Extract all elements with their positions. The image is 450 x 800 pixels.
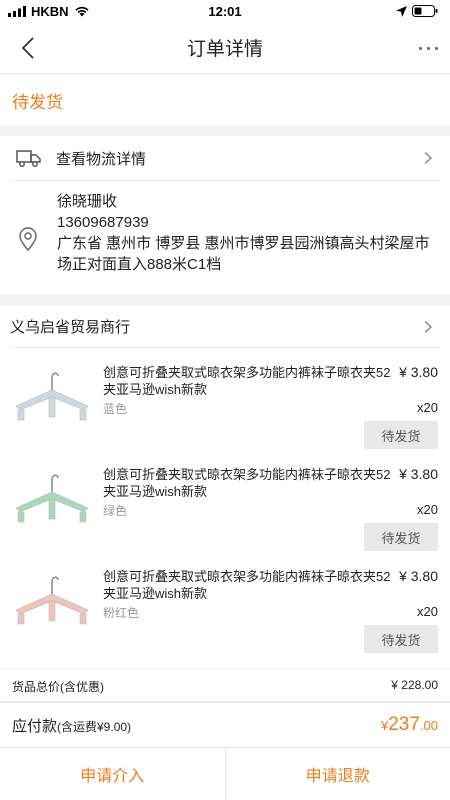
payable-bar: 应付款(含运费¥9.00) ¥237.00 xyxy=(0,702,450,747)
carrier-label: HKBN xyxy=(31,3,69,19)
wifi-icon xyxy=(74,6,89,17)
recipient-phone: 13609687939 xyxy=(57,214,149,231)
goods-total-row: 货品总价(含优惠) ¥ 228.00 xyxy=(12,678,438,695)
divider xyxy=(0,668,450,669)
more-options-button[interactable] xyxy=(419,34,438,62)
address-text: 徐晓珊收 13609687939 广东省 惠州市 博罗县 惠州市博罗县园洲镇高头… xyxy=(57,191,442,275)
status-bar: HKBN 12:01 xyxy=(0,0,450,22)
item-status-button[interactable]: 待发货 xyxy=(364,523,438,551)
order-item[interactable]: 创意可折叠夹取式晾衣架多功能内裤袜子晾衣夹52夹亚马逊wish新款 ¥ 3.80… xyxy=(0,460,450,562)
signal-icon xyxy=(8,5,26,17)
page-title: 订单详情 xyxy=(186,39,263,60)
item-sku: 绿色 xyxy=(103,504,128,518)
more-dot xyxy=(435,46,438,50)
amount-decimal: .00 xyxy=(419,718,438,733)
goods-total-label: 货品总价(含优惠) xyxy=(12,680,104,694)
nav-bar: 订单详情 xyxy=(0,22,450,74)
order-status-section: 待发货 xyxy=(0,75,450,125)
item-price: ¥ 3.80 xyxy=(399,568,438,584)
logistics-row[interactable]: 查看物流详情 xyxy=(10,136,440,181)
location-pin-icon xyxy=(19,227,37,251)
payable-label: 应付款 xyxy=(12,717,58,735)
order-item[interactable]: 创意可折叠夹取式晾衣架多功能内裤袜子晾衣夹52夹亚马逊wish新款 ¥ 3.80… xyxy=(0,358,450,460)
location-arrow-icon xyxy=(396,5,407,17)
hanger-image xyxy=(15,474,89,523)
payable-label-group: 应付款(含运费¥9.00) xyxy=(12,715,131,736)
shop-card: 义乌启省贸易商行 创意可折叠夹取式晾衣架多功能内裤袜子晾衣夹52夹亚马逊wish… xyxy=(0,306,450,700)
goods-total-value: ¥ 228.00 xyxy=(391,678,438,692)
apply-intervention-button[interactable]: 申请介入 xyxy=(0,748,225,800)
logistics-label: 查看物流详情 xyxy=(56,150,147,168)
item-price: ¥ 3.80 xyxy=(399,364,438,380)
status-bar-right xyxy=(396,5,438,17)
hanger-image xyxy=(15,372,89,421)
item-sku: 蓝色 xyxy=(103,402,128,416)
hanger-image xyxy=(15,576,89,625)
shipping-address: 广东省 惠州市 博罗县 惠州市博罗县园洲镇高头村梁屋市场正对面直入888米C1档 xyxy=(57,235,430,273)
order-status: 待发货 xyxy=(12,92,63,112)
more-dot xyxy=(419,46,422,50)
payable-amount: ¥237.00 xyxy=(381,714,438,736)
item-status-button[interactable]: 待发货 xyxy=(364,625,438,653)
item-title: 创意可折叠夹取式晾衣架多功能内裤袜子晾衣夹52夹亚马逊wish新款 xyxy=(103,569,391,601)
truck-icon xyxy=(16,150,41,167)
chevron-right-icon xyxy=(424,152,433,164)
item-status-button[interactable]: 待发货 xyxy=(364,421,438,449)
item-quantity: x20 xyxy=(417,604,438,619)
item-title: 创意可折叠夹取式晾衣架多功能内裤袜子晾衣夹52夹亚马逊wish新款 xyxy=(103,365,391,397)
recipient-name: 徐晓珊收 xyxy=(57,193,118,210)
shipping-info-card: 查看物流详情 徐晓珊收 13609687939 广东省 惠州市 博罗县 惠州市博… xyxy=(0,136,450,294)
back-button[interactable] xyxy=(14,34,42,62)
shipping-fee-note: (含运费¥9.00) xyxy=(57,719,132,734)
order-item[interactable]: 创意可折叠夹取式晾衣架多功能内裤袜子晾衣夹52夹亚马逊wish新款 ¥ 3.80… xyxy=(0,562,450,664)
battery-icon xyxy=(412,5,438,17)
chevron-left-icon xyxy=(21,37,34,59)
chevron-right-icon xyxy=(424,320,433,333)
shop-name: 义乌启省贸易商行 xyxy=(10,319,131,336)
shop-header[interactable]: 义乌启省贸易商行 xyxy=(10,306,440,348)
item-title: 创意可折叠夹取式晾衣架多功能内裤袜子晾衣夹52夹亚马逊wish新款 xyxy=(103,467,391,499)
item-quantity: x20 xyxy=(417,502,438,517)
item-quantity: x20 xyxy=(417,400,438,415)
bottom-action-bar: 申请介入 申请退款 xyxy=(0,747,450,800)
apply-refund-button[interactable]: 申请退款 xyxy=(224,748,450,800)
more-dot xyxy=(427,46,430,50)
item-sku: 粉红色 xyxy=(103,606,140,620)
item-price: ¥ 3.80 xyxy=(399,466,438,482)
amount-integer: 237 xyxy=(388,714,420,735)
status-bar-left: HKBN xyxy=(8,4,90,19)
